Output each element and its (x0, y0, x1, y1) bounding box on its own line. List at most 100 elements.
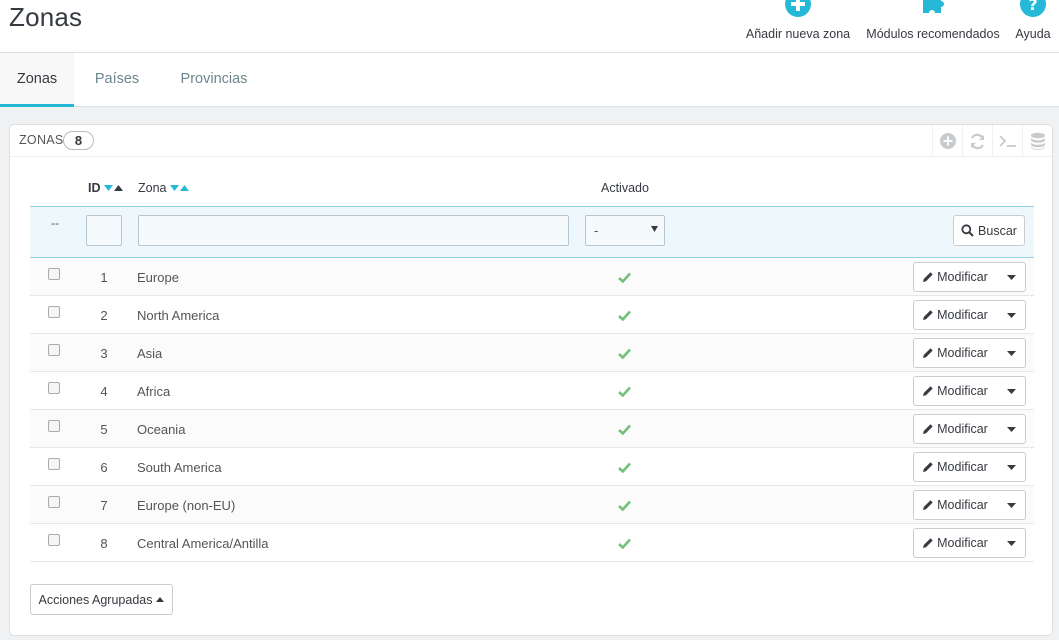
row-zone-name: Oceania (137, 422, 186, 437)
refresh-icon (970, 133, 985, 149)
caret-down-icon (1006, 502, 1016, 508)
tab-states[interactable]: Provincias (170, 53, 258, 107)
row-id: 1 (100, 270, 108, 285)
row-active-status[interactable] (618, 461, 631, 476)
row-actions-dropdown-toggle[interactable] (997, 529, 1025, 557)
edit-button[interactable]: Modificar (914, 263, 997, 291)
caret-down-icon (1006, 312, 1016, 318)
bulk-actions-button[interactable]: Acciones Agrupadas (30, 584, 173, 615)
edit-button[interactable]: Modificar (914, 491, 997, 519)
pencil-icon (923, 310, 933, 320)
row-id: 4 (100, 384, 108, 399)
row-active-status[interactable] (618, 347, 631, 362)
edit-button[interactable]: Modificar (914, 415, 997, 443)
pencil-icon (923, 500, 933, 510)
edit-button[interactable]: Modificar (914, 529, 997, 557)
edit-button-label: Modificar (937, 460, 988, 474)
recommended-modules-button[interactable]: Módulos recomendados (863, 0, 1003, 53)
zone-count-badge: 8 (63, 131, 94, 150)
sort-desc-icon (169, 185, 179, 191)
search-button[interactable]: Buscar (953, 215, 1025, 246)
check-icon (618, 348, 631, 360)
caret-down-icon (1006, 464, 1016, 470)
row-select-checkbox[interactable] (48, 306, 60, 318)
plus-circle-icon (939, 133, 956, 149)
row-id: 2 (100, 308, 108, 323)
sort-desc-button[interactable] (103, 185, 113, 191)
caret-down-icon (651, 226, 658, 232)
row-actions: Modificar (913, 376, 1026, 406)
row-actions-dropdown-toggle[interactable] (997, 263, 1025, 291)
sort-asc-button[interactable] (113, 185, 123, 191)
check-icon (618, 272, 631, 284)
tab-zones[interactable]: Zonas (0, 53, 74, 107)
check-icon (618, 424, 631, 436)
row-id: 8 (100, 536, 108, 551)
add-new-button[interactable] (932, 125, 962, 157)
sort-asc-icon (113, 185, 123, 191)
row-actions-dropdown-toggle[interactable] (997, 453, 1025, 481)
row-actions: Modificar (913, 452, 1026, 482)
terminal-icon (998, 135, 1016, 147)
sql-manager-button[interactable] (1022, 125, 1052, 157)
check-icon (618, 310, 631, 322)
sort-desc-button[interactable] (169, 185, 179, 191)
zone-filter-input[interactable] (138, 215, 569, 246)
active-filter-select[interactable]: - (585, 215, 665, 246)
sort-asc-button[interactable] (179, 185, 189, 191)
caret-down-icon (1006, 426, 1016, 432)
row-actions-dropdown-toggle[interactable] (997, 377, 1025, 405)
row-active-status[interactable] (618, 271, 631, 286)
edit-button-label: Modificar (937, 270, 988, 284)
row-actions: Modificar (913, 300, 1026, 330)
edit-button[interactable]: Modificar (914, 339, 997, 367)
edit-button[interactable]: Modificar (914, 377, 997, 405)
row-select-checkbox[interactable] (48, 496, 60, 508)
filter-row: -- - Buscar (30, 206, 1034, 258)
row-actions-dropdown-toggle[interactable] (997, 339, 1025, 367)
zone-sort-controls (169, 185, 190, 191)
row-select-checkbox[interactable] (48, 382, 60, 394)
row-actions-dropdown-toggle[interactable] (997, 415, 1025, 443)
row-actions-dropdown-toggle[interactable] (997, 301, 1025, 329)
check-icon (618, 500, 631, 512)
sql-query-button[interactable] (992, 125, 1022, 157)
edit-button-label: Modificar (937, 346, 988, 360)
row-id: 3 (100, 346, 108, 361)
pencil-icon (923, 386, 933, 396)
row-select-checkbox[interactable] (48, 344, 60, 356)
row-id: 7 (100, 498, 108, 513)
help-icon: ? (1020, 0, 1046, 17)
row-zone-name: Europe (non-EU) (137, 498, 236, 513)
row-active-status[interactable] (618, 499, 631, 514)
sort-asc-icon (179, 185, 189, 191)
row-active-status[interactable] (618, 385, 631, 400)
row-active-status[interactable] (618, 537, 631, 552)
zones-panel: ZONAS 8 ID Zona Activado -- - Buscar 1 E… (9, 124, 1053, 636)
tab-countries[interactable]: Países (82, 53, 152, 107)
row-active-status[interactable] (618, 423, 631, 438)
row-active-status[interactable] (618, 309, 631, 324)
pencil-icon (923, 538, 933, 548)
refresh-list-button[interactable] (962, 125, 992, 157)
id-filter-input[interactable] (86, 215, 122, 246)
row-select-checkbox[interactable] (48, 458, 60, 470)
row-actions: Modificar (913, 262, 1026, 292)
row-select-checkbox[interactable] (48, 420, 60, 432)
page-header: Zonas Añadir nueva zona Módulos recomend… (0, 0, 1059, 53)
row-actions-dropdown-toggle[interactable] (997, 491, 1025, 519)
column-header-id: ID (88, 181, 124, 195)
edit-button[interactable]: Modificar (914, 301, 997, 329)
help-label: Ayuda (1015, 27, 1051, 41)
row-select-checkbox[interactable] (48, 268, 60, 280)
search-icon (961, 224, 974, 237)
add-zone-button[interactable]: Añadir nueva zona (744, 0, 852, 53)
column-header-id-label: ID (88, 181, 101, 195)
pencil-icon (923, 462, 933, 472)
row-actions: Modificar (913, 490, 1026, 520)
row-select-checkbox[interactable] (48, 534, 60, 546)
help-button[interactable]: ? Ayuda (1012, 0, 1054, 53)
edit-button[interactable]: Modificar (914, 453, 997, 481)
puzzle-icon (923, 0, 944, 13)
edit-button-label: Modificar (937, 536, 988, 550)
